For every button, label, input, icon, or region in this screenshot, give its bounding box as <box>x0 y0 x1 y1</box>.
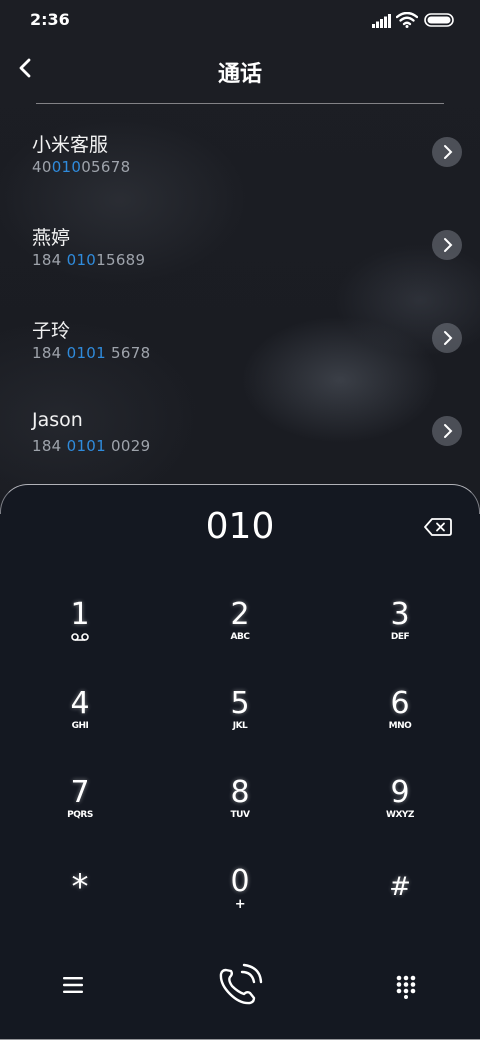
dialpad-key-8[interactable]: 8 TUV <box>180 776 300 856</box>
contact-details-button[interactable] <box>432 230 462 260</box>
chevron-right-icon <box>444 145 453 159</box>
contact-name: 子玲 <box>32 320 71 342</box>
dialpad-key-7[interactable]: 7 PQRS <box>20 776 140 856</box>
contact-name: Jason <box>32 409 83 431</box>
contact-details-button[interactable] <box>432 323 462 353</box>
chevron-right-icon <box>444 331 453 345</box>
dialpad-key-5[interactable]: 5 JKL <box>180 687 300 767</box>
contact-number: 184 0101 5678 <box>32 344 151 362</box>
dialpad-key-1[interactable]: 1 <box>20 598 140 678</box>
contact-match-item[interactable]: 子玲 184 0101 5678 <box>0 316 480 408</box>
battery-icon <box>424 13 454 27</box>
chevron-right-icon <box>444 424 453 438</box>
dialpad-key-3[interactable]: 3 DEF <box>340 598 460 678</box>
matched-digits: 010 <box>66 251 97 269</box>
contact-details-button[interactable] <box>432 137 462 167</box>
dialpad-key-2[interactable]: 2 ABC <box>180 598 300 678</box>
chevron-right-icon <box>444 238 453 252</box>
contact-details-button[interactable] <box>432 416 462 446</box>
matched-digits: 0101 <box>66 437 106 455</box>
title-bar: 通话 <box>0 44 480 94</box>
dialpad-key-0[interactable]: 0 + <box>180 865 300 945</box>
contact-match-item[interactable]: 燕婷 184 01015689 <box>0 223 480 315</box>
backspace-icon[interactable] <box>424 517 452 537</box>
voicemail-icon <box>71 633 89 641</box>
dialed-number-display: 010 <box>205 506 275 547</box>
contact-number: 184 01015689 <box>32 251 146 269</box>
call-icon[interactable] <box>214 962 266 1008</box>
page-title: 通话 <box>217 62 262 87</box>
matched-digits: 010 <box>51 158 82 176</box>
dialpad-key-4[interactable]: 4 GHI <box>20 687 140 767</box>
dialpad-key-star[interactable]: * <box>20 870 140 950</box>
contact-name: 小米客服 <box>32 134 109 156</box>
dialpad-key-6[interactable]: 6 MNO <box>340 687 460 767</box>
contact-match-item[interactable]: 小米客服 4001005678 <box>0 130 480 222</box>
menu-icon[interactable] <box>62 975 84 995</box>
dialpad-key-9[interactable]: 9 WXYZ <box>340 776 460 856</box>
status-time: 2:36 <box>30 10 70 29</box>
contact-name: 燕婷 <box>32 227 71 249</box>
header-divider <box>36 103 444 104</box>
matched-digits: 0101 <box>66 344 106 362</box>
dialpad-key-hash[interactable]: # <box>340 870 460 950</box>
contact-number: 184 0101 0029 <box>32 437 151 455</box>
cellular-signal-icon <box>372 14 391 28</box>
status-bar: 2:36 <box>0 0 480 42</box>
wifi-icon <box>396 12 418 28</box>
dialpad-icon[interactable] <box>396 975 416 999</box>
contact-number: 4001005678 <box>32 158 131 176</box>
